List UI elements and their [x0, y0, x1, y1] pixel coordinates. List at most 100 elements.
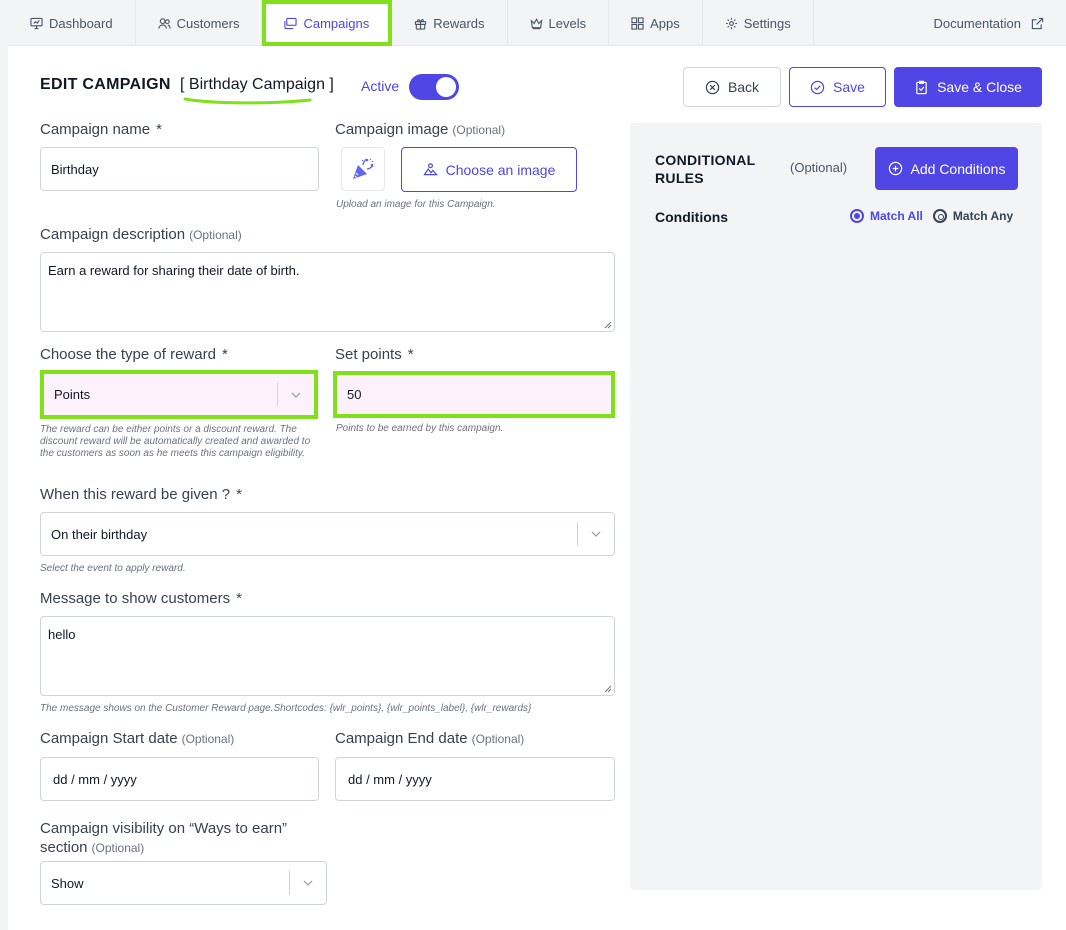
- message-label: Message to show customers *: [40, 590, 242, 607]
- add-conditions-button[interactable]: Add Conditions: [875, 147, 1018, 190]
- when-value: On their birthday: [51, 526, 148, 542]
- active-label: Active: [361, 78, 400, 94]
- visibility-select[interactable]: Show: [40, 861, 327, 905]
- nav-campaigns[interactable]: Campaigns: [262, 0, 393, 46]
- reward-type-select[interactable]: Points: [40, 370, 318, 419]
- nav-customers-label: Customers: [176, 15, 240, 31]
- crown-icon: [530, 17, 542, 29]
- reward-type-value: Points: [54, 387, 91, 402]
- nav-documentation[interactable]: Documentation: [912, 0, 1066, 46]
- dashboard-icon: [30, 17, 43, 29]
- select-separator: [577, 522, 578, 546]
- radio-selected-icon: [850, 209, 864, 223]
- campaign-name-label: Campaign name *: [40, 121, 162, 138]
- nav-apps[interactable]: Apps: [609, 0, 703, 46]
- message-label-text: Message to show customers: [40, 590, 231, 607]
- main-content: EDIT CAMPAIGN [ Birthday Campaign ] Acti…: [8, 46, 1066, 930]
- end-date-label-text: Campaign End date: [335, 730, 468, 747]
- message-textarea[interactable]: hello: [40, 616, 615, 696]
- back-label: Back: [727, 79, 760, 95]
- optional-mark: (Optional): [189, 228, 242, 242]
- match-radio-group: Match All Match Any: [850, 209, 1013, 223]
- nav-dashboard-label: Dashboard: [49, 15, 113, 31]
- select-separator: [277, 383, 278, 406]
- rules-title: CONDITIONAL RULES: [655, 151, 756, 187]
- optional-mark: (Optional): [91, 841, 145, 855]
- campaigns-icon: [284, 17, 298, 29]
- campaign-name-input[interactable]: Birthday: [40, 147, 319, 191]
- when-label: When this reward be given ? *: [40, 486, 242, 503]
- nav-rewards-label: Rewards: [433, 15, 485, 31]
- visibility-label-line1: Campaign visibility on “Ways to earn”: [40, 820, 288, 837]
- rules-title-line2: RULES: [655, 170, 704, 186]
- plus-circle-icon: [888, 161, 902, 176]
- visibility-value: Show: [51, 875, 84, 891]
- nav-settings[interactable]: Settings: [703, 0, 814, 46]
- party-popper-icon: [353, 158, 374, 179]
- start-date-input[interactable]: dd / mm / yyyy: [40, 757, 319, 801]
- resize-handle-icon: [604, 321, 612, 329]
- campaign-image-hint: Upload an image for this Campaign.: [336, 199, 496, 210]
- campaign-name-display: [ Birthday Campaign ]: [180, 76, 334, 93]
- nav-campaigns-label: Campaigns: [303, 15, 370, 31]
- choose-image-button[interactable]: Choose an image: [401, 147, 577, 192]
- message-hint: The message shows on the Customer Reward…: [40, 703, 532, 714]
- save-close-button[interactable]: Save & Close: [894, 67, 1042, 107]
- nav-levels-label: Levels: [548, 15, 587, 31]
- reward-type-hint: The reward can be either points or a dis…: [40, 424, 311, 459]
- description-label: Campaign description (Optional): [40, 226, 242, 243]
- back-button[interactable]: Back: [683, 67, 781, 107]
- match-any-radio[interactable]: Match Any: [932, 209, 1013, 223]
- nav-customers[interactable]: Customers: [136, 0, 263, 46]
- required-mark: *: [407, 346, 414, 363]
- radio-unselected-icon: [932, 209, 947, 223]
- set-points-label-text: Set points: [335, 346, 402, 363]
- add-conditions-label: Add Conditions: [910, 160, 1006, 177]
- campaign-image-label-text: Campaign image: [335, 121, 449, 138]
- visibility-label-line2: section: [40, 839, 88, 856]
- optional-mark: (Optional): [181, 732, 235, 746]
- points-input[interactable]: 50: [333, 371, 615, 418]
- chevron-down-icon: [303, 880, 313, 886]
- conditional-rules-panel: CONDITIONAL RULES (Optional) Add Conditi…: [630, 123, 1042, 890]
- save-button[interactable]: Save: [789, 67, 886, 107]
- optional-mark: (Optional): [471, 732, 525, 746]
- required-mark: *: [221, 346, 228, 363]
- when-label-text: When this reward be given ?: [40, 486, 231, 503]
- reward-type-label-text: Choose the type of reward: [40, 346, 216, 363]
- when-select[interactable]: On their birthday: [40, 512, 615, 556]
- required-mark: *: [236, 486, 242, 503]
- nav-dashboard[interactable]: Dashboard: [8, 0, 136, 46]
- nav-apps-label: Apps: [650, 15, 680, 31]
- required-mark: *: [156, 121, 162, 138]
- end-date-label: Campaign End date (Optional): [335, 730, 524, 747]
- nav-levels[interactable]: Levels: [508, 0, 610, 46]
- save-label: Save: [833, 79, 865, 95]
- visibility-label: Campaign visibility on “Ways to earn” se…: [40, 819, 287, 858]
- choose-image-label: Choose an image: [445, 161, 556, 178]
- rules-title-line1: CONDITIONAL: [655, 152, 756, 168]
- end-date-input[interactable]: dd / mm / yyyy: [335, 757, 615, 801]
- required-mark: *: [236, 590, 242, 607]
- save-close-label: Save & Close: [937, 79, 1022, 95]
- page-title: EDIT CAMPAIGN: [40, 76, 171, 93]
- match-all-label: Match All: [870, 209, 923, 223]
- rules-optional: (Optional): [790, 160, 848, 175]
- close-circle-icon: [705, 80, 720, 94]
- chevron-down-icon: [291, 392, 301, 398]
- gear-icon: [725, 17, 737, 29]
- conditions-label: Conditions: [655, 209, 729, 225]
- check-circle-icon: [810, 80, 825, 94]
- users-icon: [157, 17, 171, 29]
- resize-handle-icon: [604, 685, 612, 693]
- match-all-radio[interactable]: Match All: [850, 209, 923, 223]
- message-value: hello: [48, 627, 76, 642]
- description-textarea[interactable]: Earn a reward for sharing their date of …: [40, 252, 615, 332]
- active-toggle[interactable]: [409, 74, 459, 100]
- select-separator: [289, 871, 290, 895]
- optional-mark: (Optional): [452, 123, 506, 137]
- start-date-label: Campaign Start date (Optional): [40, 730, 234, 747]
- description-value: Earn a reward for sharing their date of …: [48, 263, 300, 278]
- nav-rewards[interactable]: Rewards: [392, 0, 508, 46]
